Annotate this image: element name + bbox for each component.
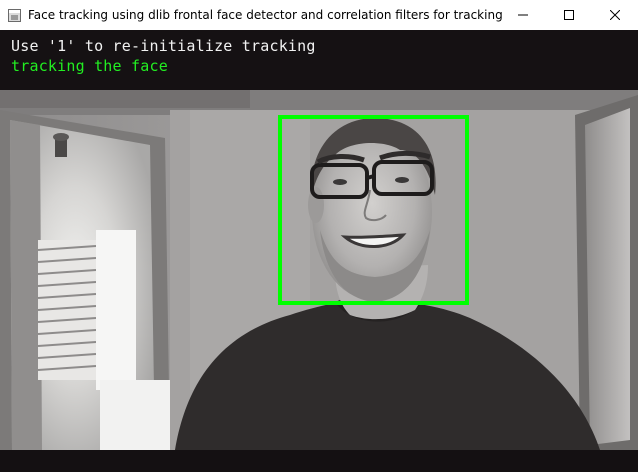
instruction-text: Use '1' to re-initialize tracking — [11, 37, 316, 55]
window-controls — [500, 0, 638, 30]
minimize-button[interactable] — [500, 0, 546, 30]
maximize-button[interactable] — [546, 0, 592, 30]
minimize-icon — [518, 14, 528, 16]
close-button[interactable] — [592, 0, 638, 30]
window-app-icon — [8, 8, 21, 22]
window-title: Face tracking using dlib frontal face de… — [28, 8, 503, 22]
right-door-panel — [585, 108, 630, 445]
ceiling-shade — [0, 90, 250, 108]
title-bar[interactable]: Face tracking using dlib frontal face de… — [0, 0, 638, 30]
left-door-inner-shadow — [10, 120, 42, 450]
tracking-status-text: tracking the face — [11, 57, 168, 75]
face-tracking-box — [278, 115, 469, 305]
close-icon — [610, 10, 620, 20]
wall-lamp — [53, 133, 69, 157]
maximize-icon — [564, 10, 574, 20]
overlay-text-area: Use '1' to re-initialize tracking tracki… — [0, 30, 638, 90]
app-window: Face tracking using dlib frontal face de… — [0, 0, 638, 472]
bottom-letterbox — [0, 450, 638, 472]
camera-feed — [0, 90, 638, 450]
window-blinds — [37, 230, 136, 390]
